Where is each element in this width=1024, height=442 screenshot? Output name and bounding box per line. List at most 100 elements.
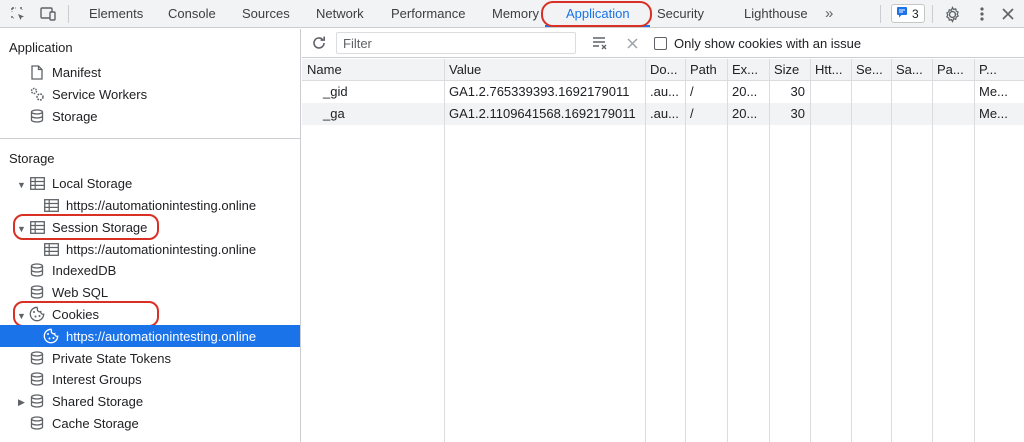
tab-elements[interactable]: Elements [89,0,143,27]
column-header-partition-key[interactable]: Pa... [932,59,974,81]
column-header-expires[interactable]: Ex... [727,59,769,81]
sidebar-item-indexeddb[interactable]: IndexedDB [29,259,116,281]
cookies-table-header: Name Value Do... Path Ex... Size Htt... … [302,59,1024,81]
cookies-filter-bar: Only show cookies with an issue [302,29,1024,58]
tab-network[interactable]: Network [316,0,364,27]
cookie-size: 30 [790,106,805,121]
sidebar-item-local-storage-origin[interactable]: https://automationintesting.online [43,194,256,216]
sidebar-item-interest-groups[interactable]: Interest Groups [29,368,142,390]
collapsed-arrow-icon[interactable]: ▶ [18,397,25,408]
cookie-path: / [690,106,694,121]
sidebar-item-label: Interest Groups [52,371,142,387]
cookie-path: / [690,84,694,99]
column-header-size[interactable]: Size [769,59,810,81]
cookie-icon [43,328,59,344]
sidebar-item-label: IndexedDB [52,262,117,278]
gears-icon [29,86,45,102]
database-icon [29,262,45,278]
sidebar-item-service-workers[interactable]: Service Workers [29,83,147,105]
close-icon[interactable] [998,4,1018,24]
sidebar-item-shared-storage[interactable]: Shared Storage [29,390,143,412]
column-header-priority[interactable]: P... [974,59,1024,81]
cookie-expires: 20... [732,84,758,99]
session-storage-highlight-ring [13,214,159,240]
column-header-httponly[interactable]: Htt... [810,59,851,81]
column-divider[interactable] [685,59,686,442]
table-icon [43,241,59,257]
cookie-name: _ga [323,106,345,121]
sidebar-item-private-state-tokens[interactable]: Private State Tokens [29,347,171,369]
database-icon [29,350,45,366]
tab-sources[interactable]: Sources [242,0,290,27]
column-divider[interactable] [810,59,811,442]
table-row[interactable]: _ga GA1.2.1109641568.1692179011 .au... /… [302,103,1024,125]
cookies-highlight-ring [13,301,159,327]
expand-arrow-icon[interactable]: ▼ [17,180,26,190]
column-header-value[interactable]: Value [444,59,645,81]
column-divider[interactable] [444,59,445,442]
column-divider[interactable] [891,59,892,442]
tab-performance[interactable]: Performance [391,0,465,27]
column-header-domain[interactable]: Do... [645,59,685,81]
column-header-name[interactable]: Name [302,59,444,81]
sidebar-item-label: Local Storage [52,175,133,191]
kebab-menu-icon[interactable] [972,4,992,24]
application-section-heading: Application [9,40,73,55]
column-divider[interactable] [769,59,770,442]
table-icon [43,197,59,213]
tab-memory[interactable]: Memory [492,0,539,27]
only-issues-checkbox[interactable] [654,37,667,50]
column-divider[interactable] [851,59,852,442]
sidebar-item-label: Manifest [52,64,102,80]
column-divider[interactable] [645,59,646,442]
application-tab-highlight-ring [541,1,652,27]
sidebar-item-local-storage[interactable]: Local Storage [29,172,132,194]
sidebar-item-cookies-origin[interactable]: https://automationintesting.online [0,325,300,347]
cookie-domain: .au... [650,106,679,121]
sidebar-item-session-storage-origin[interactable]: https://automationintesting.online [43,238,256,260]
sidebar-item-label: Cache Storage [52,415,139,431]
issues-icon [896,6,908,21]
inspect-element-icon[interactable] [8,4,28,24]
sidebar-divider [0,138,301,139]
only-issues-label: Only show cookies with an issue [674,36,862,51]
cookie-expires: 20... [732,106,758,121]
cookies-panel: Only show cookies with an issue Name Val… [302,29,1024,442]
settings-gear-icon[interactable] [942,4,962,24]
column-divider[interactable] [932,59,933,442]
refresh-icon[interactable] [309,33,329,53]
clear-all-icon[interactable] [591,33,611,53]
sidebar-item-label: https://automationintesting.online [66,328,257,344]
device-toggle-icon[interactable] [38,4,58,24]
sidebar-item-storage-overview[interactable]: Storage [29,105,98,127]
database-icon [29,415,45,431]
column-divider[interactable] [727,59,728,442]
column-header-path[interactable]: Path [685,59,727,81]
cookie-priority: Me... [979,84,1008,99]
tab-lighthouse[interactable]: Lighthouse [744,0,808,27]
sidebar-item-label: https://automationintesting.online [66,241,257,257]
column-divider[interactable] [974,59,975,442]
cookie-value: GA1.2.1109641568.1692179011 [449,106,636,121]
cookie-domain: .au... [650,84,679,99]
cookie-value: GA1.2.765339393.1692179011 [449,84,630,99]
sidebar-item-label: Web SQL [52,284,109,300]
filter-input[interactable] [336,32,576,54]
sidebar-item-label: https://automationintesting.online [66,197,257,213]
sidebar-item-web-sql[interactable]: Web SQL [29,281,108,303]
tab-security[interactable]: Security [657,0,704,27]
column-header-samesite[interactable]: Sa... [891,59,932,81]
database-icon [29,371,45,387]
sidebar-item-label: Private State Tokens [52,350,171,366]
more-tabs-icon[interactable]: » [825,0,833,27]
table-row[interactable]: _gid GA1.2.765339393.1692179011 .au... /… [302,81,1024,103]
delete-selected-icon[interactable] [622,33,642,53]
sidebar-item-cache-storage[interactable]: Cache Storage [29,412,139,434]
sidebar-item-manifest[interactable]: Manifest [29,61,101,83]
cookie-size: 30 [790,84,805,99]
issues-button[interactable]: 3 [891,4,925,23]
column-header-secure[interactable]: Se... [851,59,891,81]
application-sidebar: Application Manifest Service Workers Sto… [0,29,301,442]
cookies-table: Name Value Do... Path Ex... Size Htt... … [302,59,1024,442]
tab-console[interactable]: Console [168,0,216,27]
